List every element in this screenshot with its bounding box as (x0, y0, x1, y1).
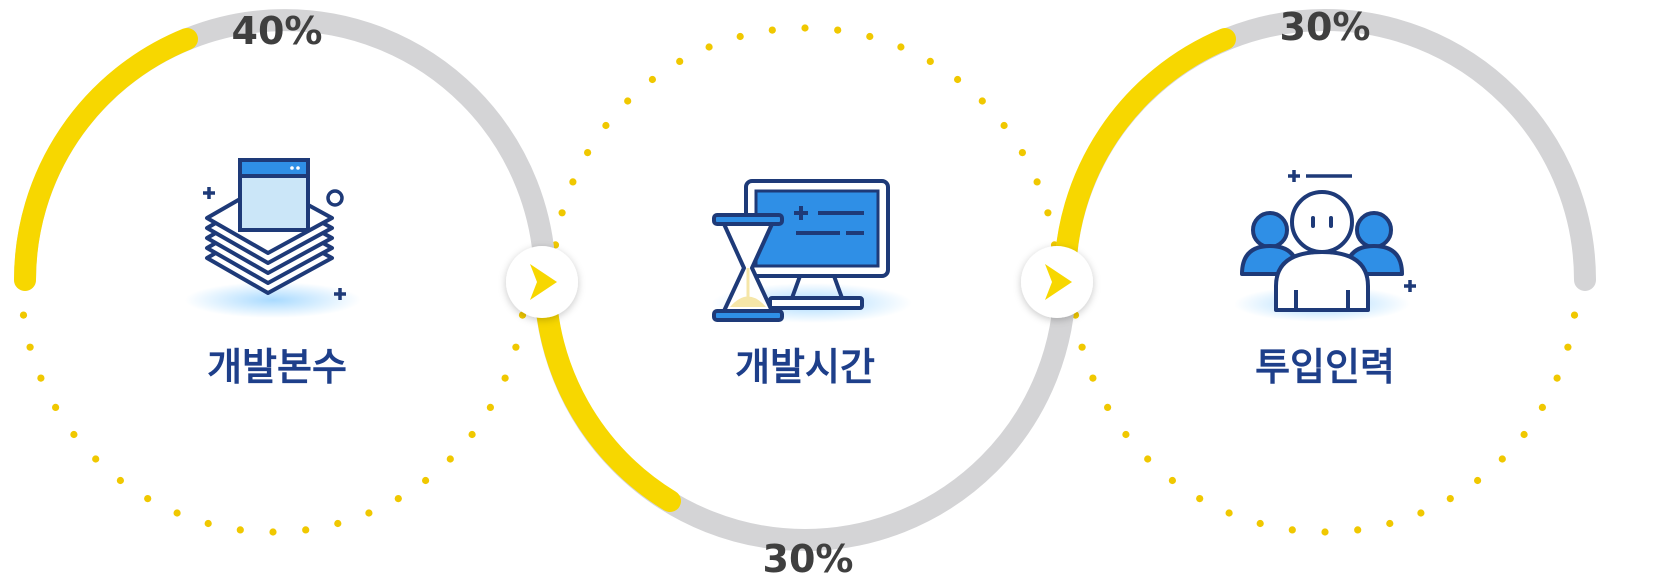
decorative-dot-2 (705, 43, 713, 51)
decorative-dot-3 (1078, 343, 1086, 351)
connector-2 (1021, 246, 1093, 318)
decorative-dot-2 (801, 24, 809, 32)
label-step-1: 개발본수 (207, 345, 347, 389)
percent-step-2: 30% (763, 537, 854, 579)
decorative-dot-1 (468, 430, 476, 439)
decorative-dot-3 (1089, 374, 1097, 382)
process-diagram: 40% 30% 30% 개발본수 개발시간 투입인력 (13, 5, 1596, 579)
decorative-dot-1 (144, 495, 152, 503)
decorative-dot-2 (648, 75, 657, 84)
decorative-dot-2 (1018, 149, 1026, 157)
decorative-dot-3 (1553, 374, 1561, 382)
label-step-2: 개발시간 (735, 345, 875, 389)
decorative-dot-1 (269, 528, 277, 536)
decorative-dot-2 (624, 97, 632, 105)
decorative-dot-1 (365, 509, 373, 517)
decorative-dot-3 (1386, 519, 1394, 528)
decorative-dot-2 (569, 178, 577, 186)
decorative-dot-2 (584, 149, 592, 157)
monitor-hourglass-icon (712, 179, 912, 323)
team-people-icon (1234, 170, 1416, 322)
decorative-dot-3 (1520, 430, 1528, 439)
decorative-dot-3 (1564, 343, 1572, 351)
decorative-dot-3 (1288, 526, 1296, 534)
decorative-dot-2 (558, 209, 566, 217)
decorative-dot-1 (334, 519, 342, 528)
decorative-dot-1 (422, 476, 430, 485)
decorative-dot-1 (19, 311, 28, 319)
decorative-dot-1 (173, 509, 181, 517)
decorative-dot-3 (1168, 476, 1176, 485)
connector-1 (506, 246, 578, 318)
decorative-dot-1 (116, 476, 124, 485)
decorative-dot-3 (1570, 311, 1579, 319)
decorative-dot-2 (978, 97, 986, 105)
decorative-dot-1 (92, 455, 100, 463)
decorative-dot-3 (1144, 455, 1152, 463)
decorative-dot-1 (37, 374, 45, 382)
percent-step-1: 40% (232, 9, 323, 53)
decorative-dot-3 (1256, 519, 1264, 528)
decorative-dot-1 (236, 526, 244, 534)
decorative-dot-3 (1446, 495, 1454, 503)
label-step-3: 투입인력 (1255, 345, 1395, 389)
ring-progress-1 (13, 28, 198, 291)
decorative-dot-2 (954, 75, 962, 84)
decorative-dot-2 (1033, 178, 1041, 186)
decorative-dot-2 (602, 121, 610, 130)
decorative-dot-3 (1225, 509, 1233, 517)
decorative-dot-3 (1122, 430, 1130, 439)
decorative-dot-3 (1354, 526, 1362, 534)
decorative-dot-3 (1498, 455, 1506, 463)
decorative-dot-3 (1538, 403, 1546, 411)
percent-step-3: 30% (1280, 5, 1371, 49)
decorative-dot-3 (1104, 403, 1112, 411)
decorative-dot-2 (926, 57, 934, 65)
ring-progress-3 (1053, 28, 1236, 291)
decorative-dot-2 (897, 43, 905, 51)
decorative-dot-1 (302, 526, 310, 534)
decorative-dot-1 (394, 495, 402, 503)
decorative-dot-1 (446, 455, 454, 463)
decorative-dot-2 (1000, 121, 1008, 130)
decorative-dot-1 (70, 430, 78, 439)
decorative-dot-1 (512, 343, 520, 351)
decorative-dot-2 (768, 26, 776, 34)
decorative-dot-1 (486, 403, 494, 411)
decorative-dot-1 (26, 343, 34, 351)
decorative-dot-2 (676, 57, 684, 65)
decorative-dot-3 (1196, 495, 1204, 503)
decorative-dot-2 (736, 32, 744, 41)
stacked-documents-icon (185, 158, 361, 318)
decorative-dot-1 (501, 374, 509, 382)
decorative-dot-1 (204, 519, 212, 528)
decorative-dot-3 (1417, 509, 1425, 517)
ring-progress-2 (534, 269, 681, 512)
decorative-dot-2 (1044, 209, 1052, 217)
decorative-dot-1 (52, 403, 60, 411)
decorative-dot-3 (1474, 476, 1482, 485)
decorative-dot-2 (834, 26, 842, 34)
decorative-dot-2 (866, 32, 874, 41)
decorative-dot-3 (1321, 528, 1329, 536)
